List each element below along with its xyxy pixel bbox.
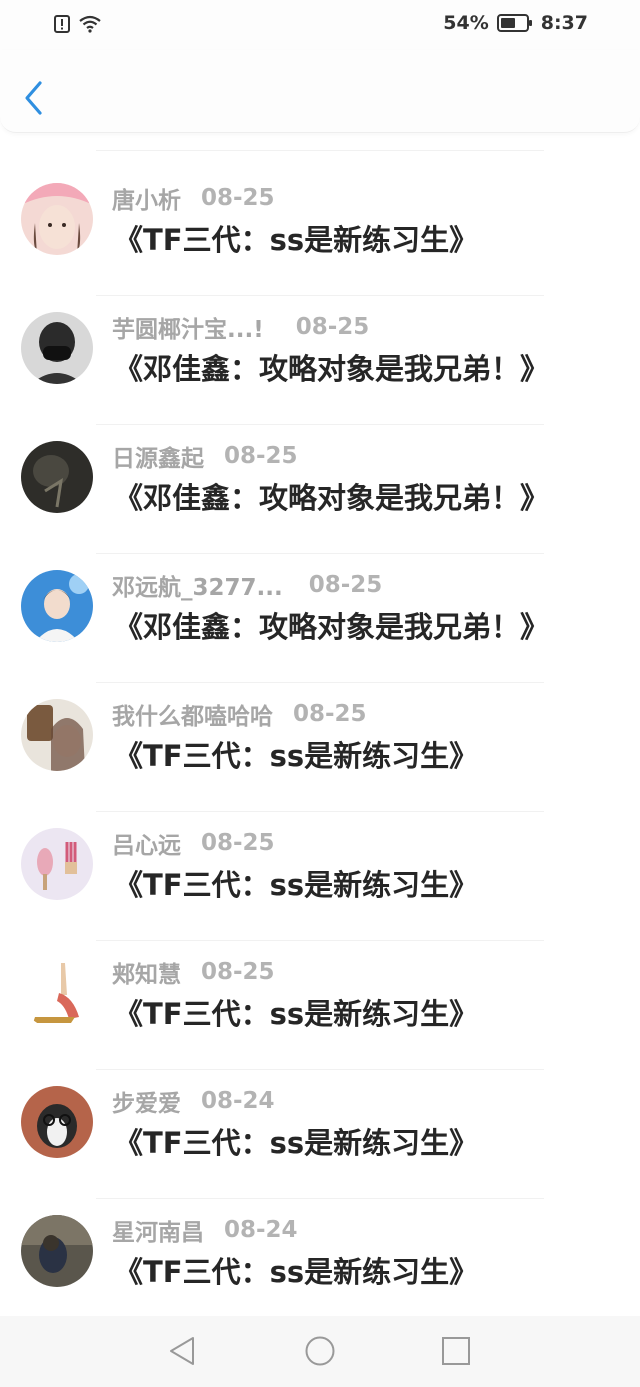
avatar[interactable] [21, 1215, 93, 1287]
comment-meta: 邓远航_3277... 08-25 [112, 568, 382, 602]
comment-title[interactable]: 《TF三代：ss是新练习生》 [114, 862, 478, 904]
comment-meta: 郏知慧 08-25 [112, 955, 275, 989]
comment-date: 08-25 [295, 314, 370, 340]
avatar[interactable] [21, 1086, 93, 1158]
avatar[interactable] [21, 570, 93, 642]
list-item[interactable]: 郏知慧 08-25 《TF三代：ss是新练习生》 [0, 941, 640, 1070]
comment-date: 08-24 [224, 1217, 298, 1243]
comment-date: 08-25 [201, 830, 275, 856]
battery-icon [496, 14, 532, 32]
username[interactable]: 日源鑫起 [112, 439, 204, 473]
username[interactable]: 星河南昌 [112, 1213, 204, 1247]
username[interactable]: 邓远航_3277... [112, 568, 283, 602]
top-app-bar [0, 50, 640, 133]
comment-date: 08-25 [224, 443, 298, 469]
list-item[interactable]: 唐小析 08-25 《TF三代：ss是新练习生》 [0, 167, 640, 296]
divider [96, 150, 544, 151]
comment-meta: 吕心远 08-25 [112, 826, 275, 860]
username[interactable]: 我什么都嗑哈哈 [112, 697, 273, 731]
avatar[interactable] [21, 183, 93, 255]
comment-meta: 唐小析 08-25 [112, 181, 275, 215]
status-bar: 54% 8:37 [0, 0, 640, 50]
nav-recents-button[interactable] [440, 1335, 472, 1367]
comment-title[interactable]: 《TF三代：ss是新练习生》 [114, 217, 478, 259]
avatar[interactable] [21, 699, 93, 771]
username[interactable]: 芋圆椰汁宝...! [112, 310, 264, 344]
comment-title[interactable]: 《TF三代：ss是新练习生》 [114, 991, 478, 1033]
comment-title[interactable]: 《TF三代：ss是新练习生》 [114, 733, 478, 775]
comment-date: 08-25 [308, 572, 383, 598]
status-right: 54% 8:37 [443, 12, 588, 34]
list-item[interactable]: 星河南昌 08-24 《TF三代：ss是新练习生》 [0, 1199, 640, 1328]
comment-title[interactable]: 《TF三代：ss是新练习生》 [114, 1249, 478, 1291]
list-item[interactable]: 芋圆椰汁宝...! 08-25 《邓佳鑫：攻略对象是我兄弟！》 [0, 296, 640, 425]
nav-back-button[interactable] [166, 1335, 198, 1367]
square-recents-icon [442, 1337, 470, 1365]
list-item[interactable]: 日源鑫起 08-25 《邓佳鑫：攻略对象是我兄弟！》 [0, 425, 640, 554]
avatar[interactable] [21, 441, 93, 513]
username[interactable]: 郏知慧 [112, 955, 181, 989]
comment-meta: 星河南昌 08-24 [112, 1213, 298, 1247]
comment-title[interactable]: 《TF三代：ss是新练习生》 [114, 1120, 478, 1162]
chevron-left-icon [25, 81, 42, 115]
list-item[interactable]: 邓远航_3277... 08-25 《邓佳鑫：攻略对象是我兄弟！》 [0, 554, 640, 683]
status-left-icons [54, 14, 102, 34]
comment-meta: 日源鑫起 08-25 [112, 439, 298, 473]
system-navigation-bar [0, 1316, 640, 1387]
comment-date: 08-24 [201, 1088, 275, 1114]
list-item[interactable]: 吕心远 08-25 《TF三代：ss是新练习生》 [0, 812, 640, 941]
comment-meta: 步爱爱 08-24 [112, 1084, 275, 1118]
clock: 8:37 [540, 12, 588, 34]
comment-date: 08-25 [293, 701, 367, 727]
username[interactable]: 吕心远 [112, 826, 181, 860]
comment-meta: 我什么都嗑哈哈 08-25 [112, 697, 367, 731]
comment-title[interactable]: 《邓佳鑫：攻略对象是我兄弟！》 [114, 604, 549, 646]
comment-title[interactable]: 《邓佳鑫：攻略对象是我兄弟！》 [114, 346, 549, 388]
alert-icon [54, 15, 70, 33]
circle-home-icon [305, 1336, 335, 1366]
comment-date: 08-25 [201, 185, 275, 211]
username[interactable]: 步爱爱 [112, 1084, 181, 1118]
avatar[interactable] [21, 828, 93, 900]
comment-date: 08-25 [201, 959, 275, 985]
list-item[interactable]: 步爱爱 08-24 《TF三代：ss是新练习生》 [0, 1070, 640, 1199]
wifi-icon [79, 15, 101, 33]
avatar[interactable] [21, 957, 93, 1029]
comment-title[interactable]: 《邓佳鑫：攻略对象是我兄弟！》 [114, 475, 549, 517]
avatar[interactable] [21, 312, 93, 384]
comment-meta: 芋圆椰汁宝...! 08-25 [112, 310, 369, 344]
battery-percent: 54% [443, 12, 489, 34]
nav-home-button[interactable] [304, 1335, 336, 1367]
list-item[interactable]: 我什么都嗑哈哈 08-25 《TF三代：ss是新练习生》 [0, 683, 640, 812]
username[interactable]: 唐小析 [112, 181, 181, 215]
back-button[interactable] [18, 78, 52, 118]
triangle-back-icon [170, 1337, 194, 1365]
